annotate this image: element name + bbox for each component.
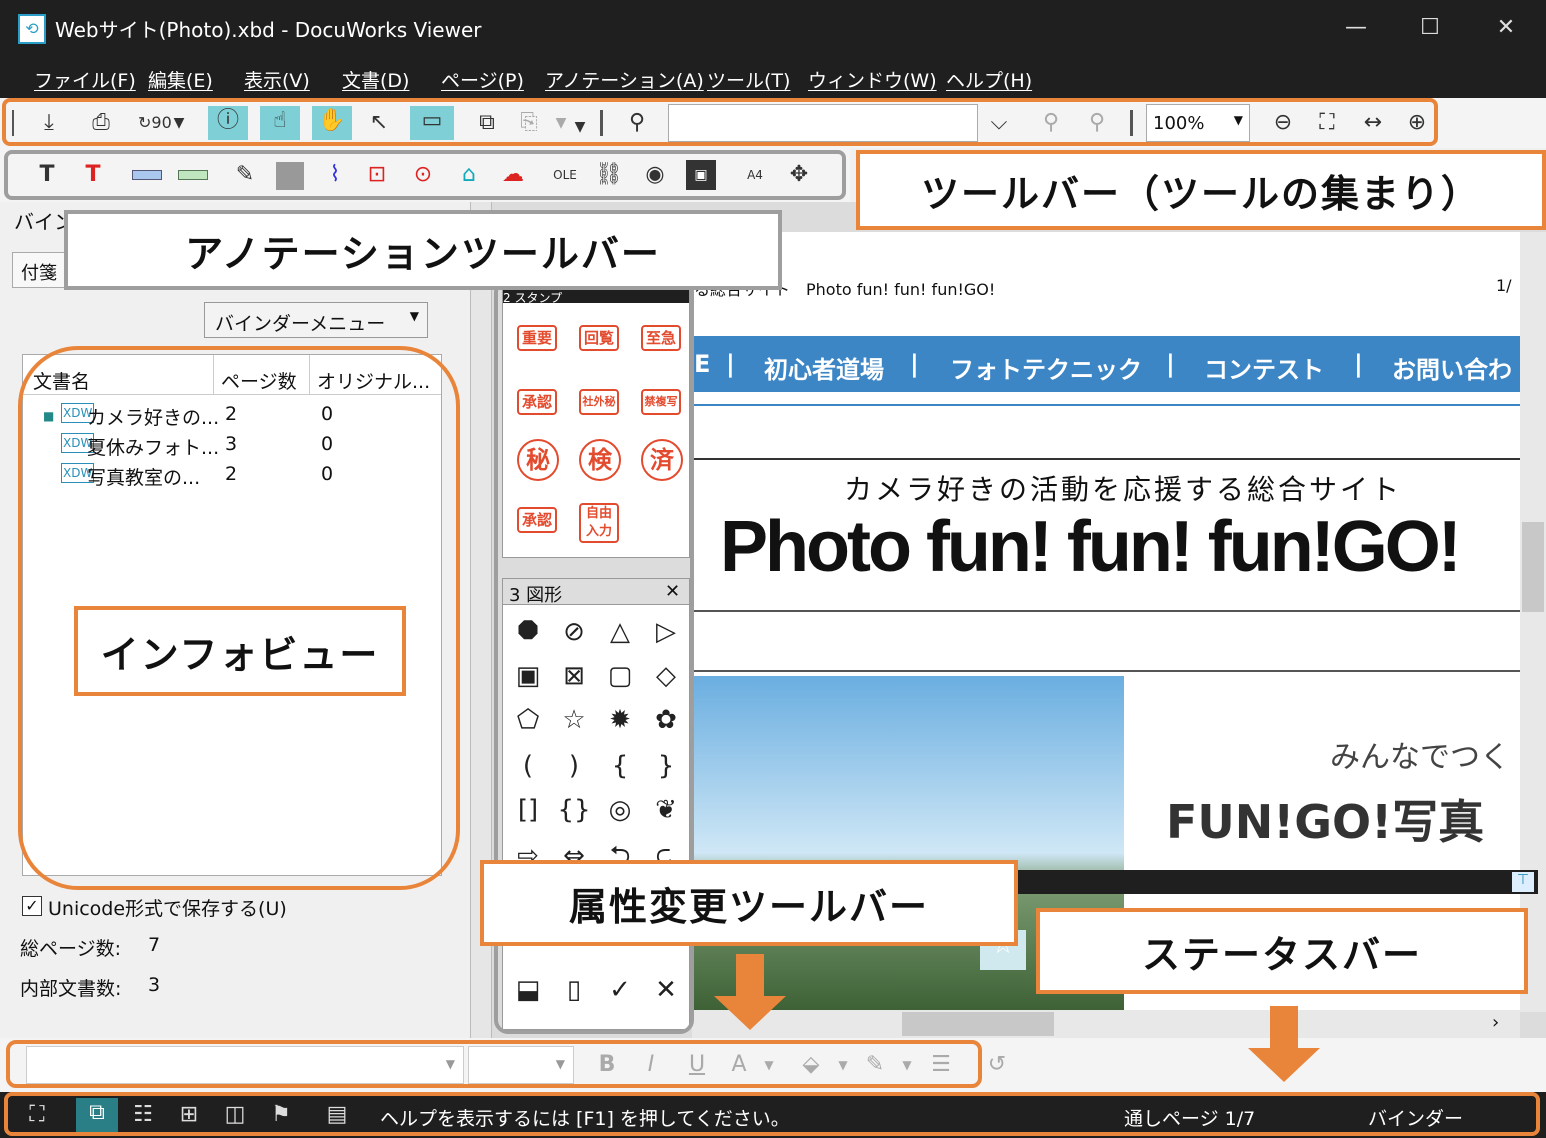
attribute-toolbar-highlight bbox=[6, 1040, 982, 1088]
window-title: Webサイト(Photo).xbd - DocuWorks Viewer bbox=[55, 18, 482, 42]
internal-docs-label: 内部文書数: bbox=[20, 978, 122, 1000]
chevron-down-icon: ▼ bbox=[409, 309, 419, 323]
attribute-toolbar-label: 属性変更ツールバー bbox=[480, 860, 1018, 946]
menu-edit[interactable]: 編集(E) bbox=[148, 66, 213, 93]
nav-item: お問い合わせ bbox=[1392, 356, 1512, 419]
side-headline: FUN!GO!写真 bbox=[1166, 795, 1485, 849]
statusbar-highlight bbox=[4, 1092, 1540, 1136]
menu-document[interactable]: 文書(D) bbox=[342, 66, 409, 93]
unicode-checkbox-label[interactable]: Unicode形式で保存する(U) bbox=[48, 894, 287, 921]
nav-item: コンテスト bbox=[1204, 356, 1324, 384]
total-pages-label: 総ページ数: bbox=[20, 938, 122, 960]
total-pages-value: 7 bbox=[148, 934, 161, 956]
toolbar-highlight bbox=[2, 98, 1438, 146]
menu-tools[interactable]: ツール(T) bbox=[707, 66, 790, 93]
chevron-right-icon[interactable]: › bbox=[1492, 1012, 1499, 1033]
pin-icon[interactable]: ⊤ bbox=[1512, 872, 1534, 892]
side-text: みんなでつく bbox=[1330, 740, 1510, 775]
nav-item: 初心者道場 bbox=[764, 356, 884, 384]
binder-menu-label: バインダーメニュー bbox=[215, 313, 386, 335]
reset-icon[interactable]: ↺ bbox=[982, 1050, 1012, 1080]
page-number: 1/ bbox=[1496, 276, 1512, 295]
site-nav: E | 初心者道場 | フォトテクニック | コンテスト | お問い合わせ bbox=[694, 336, 1520, 419]
floating-panel-header: ⊤ bbox=[1016, 870, 1538, 894]
statusbar-label: ステータスバー bbox=[1036, 908, 1528, 994]
app-icon: ⟲ bbox=[18, 14, 46, 44]
nav-item: フォトテクニック bbox=[950, 356, 1142, 384]
title-bar: ⟲ Webサイト(Photo).xbd - DocuWorks Viewer —… bbox=[0, 0, 1546, 60]
binder-menu-button[interactable]: バインダーメニュー ▼ bbox=[204, 302, 428, 338]
menu-view[interactable]: 表示(V) bbox=[244, 66, 310, 93]
minimize-icon[interactable]: — bbox=[1336, 10, 1376, 46]
unicode-checkbox[interactable]: ✓ bbox=[22, 896, 42, 916]
page-headline: Photo fun! fun! fun!GO! bbox=[720, 507, 1462, 587]
nav-item: E bbox=[694, 350, 711, 378]
page-subtitle: カメラ好きの活動を応援する総合サイト bbox=[844, 473, 1403, 506]
arrow-down-icon bbox=[1270, 1006, 1298, 1050]
menu-help[interactable]: ヘルプ(H) bbox=[946, 66, 1032, 93]
vertical-scrollbar[interactable] bbox=[1520, 232, 1546, 1012]
infoview-label: インフォビュー bbox=[74, 606, 406, 696]
menu-page[interactable]: ページ(P) bbox=[441, 66, 524, 93]
annotation-toolbar-label: アノテーションツールバー bbox=[64, 210, 782, 290]
arrow-down-icon bbox=[1248, 1048, 1320, 1082]
horizontal-scrollbar[interactable]: › bbox=[692, 1010, 1520, 1038]
menu-bar: ファイル(F) 編集(E) 表示(V) 文書(D) ページ(P) アノテーション… bbox=[0, 60, 1546, 98]
scroll-thumb[interactable] bbox=[1522, 522, 1544, 612]
arrow-down-icon bbox=[736, 954, 764, 998]
menu-file[interactable]: ファイル(F) bbox=[34, 66, 136, 93]
close-icon[interactable]: ✕ bbox=[1486, 10, 1526, 46]
maximize-icon[interactable]: ☐ bbox=[1410, 10, 1450, 46]
arrow-down-icon bbox=[714, 996, 786, 1030]
scroll-thumb[interactable] bbox=[902, 1012, 1054, 1036]
annotation-toolbar-highlight bbox=[4, 150, 846, 200]
sticky-tab[interactable]: 付箋 bbox=[12, 252, 72, 288]
internal-docs-value: 3 bbox=[148, 974, 161, 996]
menu-window[interactable]: ウィンドウ(W) bbox=[808, 66, 937, 93]
toolbar-label: ツールバー（ツールの集まり） bbox=[856, 150, 1546, 230]
menu-annotation[interactable]: アノテーション(A) bbox=[545, 66, 704, 93]
